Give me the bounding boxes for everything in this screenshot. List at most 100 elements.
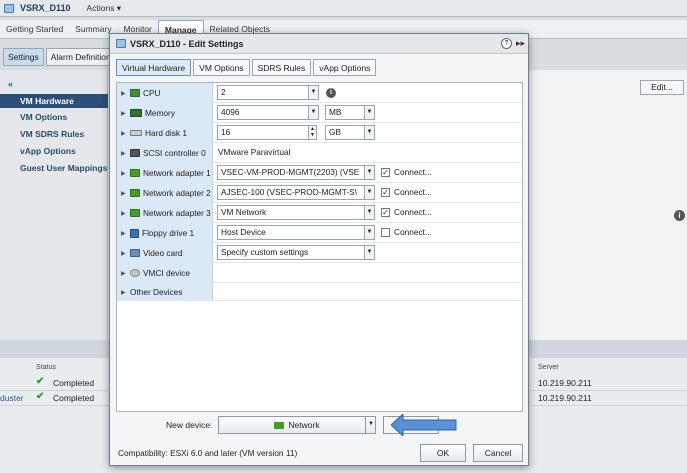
hw-label-cell: ▶ Hard disk 1 — [117, 123, 213, 143]
connect-checkbox[interactable] — [381, 228, 390, 237]
tab-virtual-hardware[interactable]: Virtual Hardware — [116, 59, 192, 76]
new-device-select[interactable]: Network — [218, 416, 376, 434]
hard-disk-label: Hard disk 1 — [145, 128, 187, 138]
chevron-down-icon[interactable]: ▼ — [364, 125, 375, 140]
arrow-left-icon — [391, 414, 457, 436]
ok-button[interactable]: OK — [420, 444, 466, 462]
hw-row-network-adapter-1[interactable]: ▶ Network adapter 1 VSEC-VM-PROD-MGMT(22… — [117, 163, 522, 183]
memory-input[interactable]: 4096 — [217, 105, 309, 120]
memory-unit-select[interactable]: MB — [325, 105, 365, 120]
floppy-label: Floppy drive 1 — [142, 228, 195, 238]
hw-row-scsi[interactable]: ▶ SCSI controller 0 VMware Paravirtual — [117, 143, 522, 163]
tab-sdrs-rules[interactable]: SDRS Rules — [251, 59, 312, 76]
hw-row-vmci[interactable]: ▶ VMCI device — [117, 263, 522, 283]
hw-row-memory[interactable]: ▶ Memory 4096 ▼ MB ▼ — [117, 103, 522, 123]
nav-vm-sdrs-rules[interactable]: VM SDRS Rules — [0, 127, 108, 141]
check-icon: ✔ — [36, 391, 45, 402]
tab-getting-started[interactable]: Getting Started — [0, 20, 69, 39]
chevron-down-icon[interactable]: ▼ — [364, 225, 375, 240]
stepper-icon[interactable]: ▲ ▼ — [308, 125, 317, 140]
expand-arrow-icon[interactable]: ▶ — [121, 250, 127, 257]
hw-row-network-adapter-3[interactable]: ▶ Network adapter 3 VM Network ▼ ✓ Conne… — [117, 203, 522, 223]
nav-guest-user-mappings[interactable]: Guest User Mappings — [0, 161, 108, 175]
subtab-settings[interactable]: Settings — [3, 48, 44, 66]
vmci-icon — [130, 269, 140, 277]
tab-vm-options[interactable]: VM Options — [193, 59, 250, 76]
virtual-hardware-panel: ▶ CPU 2 ▼ i ▶ Memory 4096 ▼ MB ▼ ▶ Hard … — [116, 82, 523, 412]
network-adapter-3-select[interactable]: VM Network — [217, 205, 365, 220]
scsi-type-value: VMware Paravirtual — [218, 147, 291, 157]
chevron-down-icon[interactable]: ▼ — [364, 185, 375, 200]
disk-unit-select[interactable]: GB — [325, 125, 365, 140]
expand-arrow-icon[interactable]: ▶ — [121, 190, 127, 197]
connect-checkbox[interactable]: ✓ — [381, 188, 390, 197]
chevron-down-icon[interactable]: ▼ — [308, 85, 319, 100]
chevron-down-icon[interactable]: ▼ — [364, 165, 375, 180]
info-icon[interactable]: i — [326, 88, 336, 98]
hw-row-cpu[interactable]: ▶ CPU 2 ▼ i — [117, 83, 522, 103]
vm-icon — [4, 3, 14, 13]
edit-button[interactable]: Edit... — [640, 80, 684, 95]
expand-arrow-icon[interactable]: ▶ — [121, 210, 127, 217]
expand-arrow-icon[interactable]: ▶ — [121, 289, 127, 296]
task-server: 10.219.90.211 — [538, 378, 592, 388]
network-adapter-3-label: Network adapter 3 — [143, 208, 211, 218]
hw-label-cell: ▶ Network adapter 3 — [117, 203, 213, 223]
task-target: duster — [0, 393, 24, 403]
task-status: Completed — [53, 393, 95, 403]
task-server: 10.219.90.211 — [538, 393, 592, 403]
video-card-label: Video card — [143, 248, 183, 258]
nav-vapp-options[interactable]: vApp Options — [0, 144, 108, 158]
expand-arrow-icon[interactable]: ▶ — [121, 150, 127, 157]
expand-arrow-icon[interactable]: ▶ — [121, 130, 127, 137]
hw-row-network-adapter-2[interactable]: ▶ Network adapter 2 AJSEC-100 (VSEC-PROD… — [117, 183, 522, 203]
compatibility-text: Compatibility: ESXi 6.0 and later (VM ve… — [118, 448, 298, 458]
status-column-header[interactable]: Status — [36, 364, 56, 371]
help-icon[interactable]: ? — [501, 38, 512, 49]
video-card-select[interactable]: Specify custom settings — [217, 245, 365, 260]
network-adapter-icon — [130, 189, 140, 197]
hw-row-floppy[interactable]: ▶ Floppy drive 1 Host Device ▼ Connect..… — [117, 223, 522, 243]
hw-label-cell: ▶ Video card — [117, 243, 213, 263]
info-icon[interactable]: i — [674, 210, 685, 221]
nav-vm-options[interactable]: VM Options — [0, 110, 108, 124]
chevron-down-icon[interactable]: ▼ — [308, 105, 319, 120]
network-adapter-1-select[interactable]: VSEC-VM-PROD-MGMT(2203) (VSE — [217, 165, 365, 180]
video-card-icon — [130, 249, 140, 257]
expand-icon[interactable]: ▸▸ — [516, 38, 525, 49]
app-title: VSRX_D110 — [20, 3, 71, 13]
network-adapter-icon — [130, 169, 140, 177]
connect-label: Connect... — [394, 167, 432, 177]
expand-arrow-icon[interactable]: ▶ — [121, 90, 127, 97]
expand-arrow-icon[interactable]: ▶ — [121, 170, 127, 177]
expand-arrow-icon[interactable]: ▶ — [121, 110, 127, 117]
collapse-icon[interactable]: « — [8, 79, 13, 89]
nav-vm-hardware[interactable]: VM Hardware — [0, 94, 108, 108]
expand-arrow-icon[interactable]: ▶ — [121, 230, 127, 237]
floppy-select[interactable]: Host Device — [217, 225, 365, 240]
hw-row-hard-disk[interactable]: ▶ Hard disk 1 16 ▲ ▼ GB ▼ — [117, 123, 522, 143]
chevron-down-icon[interactable]: ▼ — [365, 417, 376, 433]
vmci-label: VMCI device — [143, 268, 191, 278]
hw-label-cell: ▶ Floppy drive 1 — [117, 223, 213, 243]
hw-row-video-card[interactable]: ▶ Video card Specify custom settings ▼ — [117, 243, 522, 263]
server-column-header[interactable]: Server — [538, 364, 559, 371]
chevron-down-icon[interactable]: ▼ — [364, 245, 375, 260]
hw-row-other-devices[interactable]: ▶ Other Devices — [117, 283, 522, 301]
tab-vapp-options[interactable]: vApp Options — [313, 59, 377, 76]
chevron-down-icon[interactable]: ▼ — [364, 205, 375, 220]
cpu-icon — [130, 89, 140, 97]
hw-label-cell: ▶ VMCI device — [117, 263, 213, 283]
hard-disk-size-input[interactable]: 16 — [217, 125, 309, 140]
network-adapter-2-select[interactable]: AJSEC-100 (VSEC-PROD-MGMT-S\ — [217, 185, 365, 200]
connect-checkbox[interactable]: ✓ — [381, 208, 390, 217]
hw-label-cell: ▶ Memory — [117, 103, 213, 123]
network-adapter-icon — [130, 209, 140, 217]
cancel-button[interactable]: Cancel — [473, 444, 523, 462]
cpu-select[interactable]: 2 — [217, 85, 309, 100]
expand-arrow-icon[interactable]: ▶ — [121, 270, 127, 277]
actions-menu-button[interactable]: Actions ▾ — [87, 3, 122, 14]
chevron-down-icon[interactable]: ▼ — [364, 105, 375, 120]
hw-label-cell: ▶ CPU — [117, 83, 213, 103]
connect-checkbox[interactable]: ✓ — [381, 168, 390, 177]
